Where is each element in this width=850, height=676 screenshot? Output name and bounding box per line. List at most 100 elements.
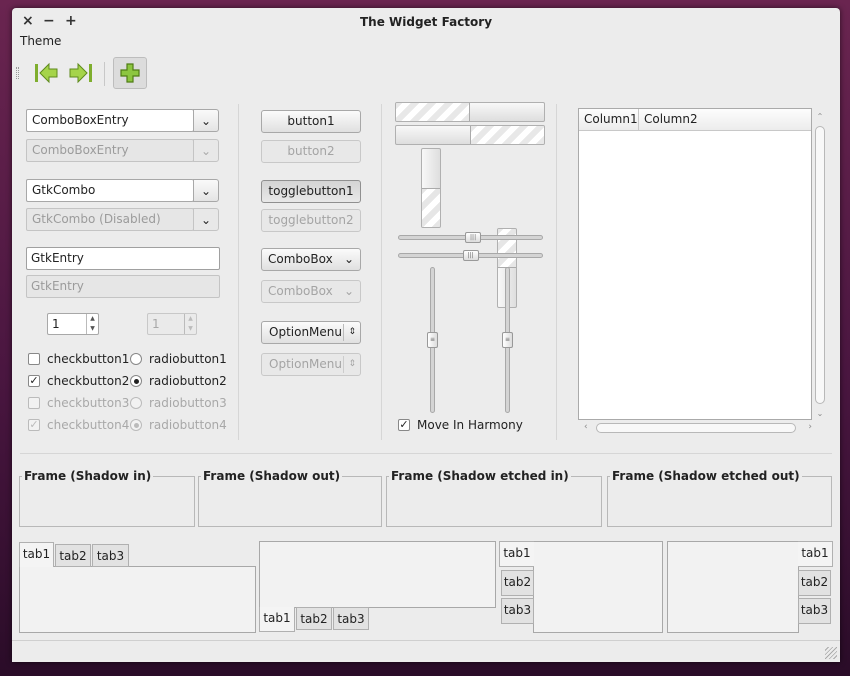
notebook-top-tab1[interactable]: tab1 (19, 542, 54, 567)
tree-view[interactable]: Column1 Column2 (578, 108, 812, 420)
radio-selected[interactable] (130, 375, 142, 387)
spin-value: 1 (152, 317, 160, 331)
column-separator (381, 104, 382, 440)
checkbutton1[interactable]: checkbutton1 (28, 352, 129, 366)
tree-vertical-scrollbar[interactable]: ⌃ ⌄ (815, 112, 825, 418)
checkbutton4: ✓ checkbutton4 (28, 418, 129, 432)
resize-grip[interactable] (825, 647, 837, 659)
scroll-left-icon[interactable]: ‹ (584, 422, 588, 432)
notebook-top-pane (19, 566, 256, 633)
gtkentry-input[interactable]: GtkEntry (26, 247, 220, 270)
radiobutton1[interactable]: radiobutton1 (130, 352, 227, 366)
radiobutton3: radiobutton3 (130, 396, 227, 410)
progressbar-h1 (395, 102, 545, 122)
scroll-down-icon[interactable]: ⌄ (815, 409, 825, 418)
column2-header[interactable]: Column2 (639, 109, 698, 130)
go-next-icon[interactable] (67, 59, 95, 87)
notebook-bottom-tab1[interactable]: tab1 (259, 607, 295, 632)
notebook-bottom-tab3[interactable]: tab3 (333, 607, 369, 630)
scale-v2-thumb[interactable]: ≡ (502, 332, 513, 348)
scale-h2-thumb[interactable]: ||| (462, 250, 479, 261)
scrollbar-thumb[interactable] (815, 126, 825, 404)
checkbox-checked[interactable]: ✓ (398, 419, 410, 431)
progress-fill (422, 188, 440, 227)
chevron-down-icon: ⌄ (343, 284, 354, 298)
notebook-right-pane (667, 541, 799, 633)
spin-arrows[interactable]: ▲ ▼ (86, 314, 98, 334)
button2: button2 (261, 140, 361, 163)
frame-shadow-out (198, 476, 382, 527)
status-bar (12, 640, 840, 662)
radio[interactable] (130, 353, 142, 365)
comboboxentry-dropdown[interactable]: ⌄ (193, 109, 219, 132)
combobox-disabled: ComboBox ⌄ (261, 280, 361, 303)
column-separator (238, 104, 239, 440)
checkbox[interactable] (28, 353, 40, 365)
radiobutton-label: radiobutton3 (149, 396, 227, 410)
togglebutton1[interactable]: togglebutton1 (261, 180, 361, 203)
add-icon (120, 63, 140, 83)
comboboxentry-disabled-field: ComboBoxEntry (26, 139, 194, 162)
notebook-top-tab2[interactable]: tab2 (55, 544, 91, 567)
spin-up-icon[interactable]: ▲ (87, 314, 98, 324)
notebook-left-tab2[interactable]: tab2 (501, 570, 534, 596)
optionmenu-label: OptionMenu (269, 325, 342, 339)
close-icon[interactable]: × (22, 13, 34, 29)
column-separator (556, 104, 557, 440)
optionmenu-label: OptionMenu (269, 357, 342, 371)
add-button[interactable] (113, 57, 147, 89)
toolbar-separator (104, 62, 105, 86)
radio-selected (130, 419, 142, 431)
button1[interactable]: button1 (261, 110, 361, 133)
frame-shadow-etched-in (386, 476, 602, 527)
notebook-left-tab3[interactable]: tab3 (501, 598, 534, 624)
checkbutton2[interactable]: ✓ checkbutton2 (28, 374, 129, 388)
spin-button-disabled: 1 ▲ ▼ (147, 313, 197, 335)
gtkentry-disabled-input: GtkEntry (26, 275, 220, 298)
optionmenu[interactable]: OptionMenu ⇕ (261, 321, 361, 344)
menu-theme[interactable]: Theme (20, 34, 61, 48)
notebook-right-tab1[interactable]: tab1 (798, 541, 833, 567)
minimize-icon[interactable]: − (43, 13, 55, 29)
window-title: The Widget Factory (359, 15, 493, 29)
notebook-right-tab3[interactable]: tab3 (798, 598, 831, 624)
frame-label: Frame (Shadow out) (201, 469, 343, 483)
radiobutton4: radiobutton4 (130, 418, 227, 432)
radiobutton-label: radiobutton1 (149, 352, 227, 366)
notebook-left-pane (533, 541, 663, 633)
spin-down-icon: ▼ (188, 325, 193, 332)
column1-header[interactable]: Column1 (579, 109, 639, 130)
updown-icon: ⇕ (348, 327, 356, 337)
notebook-right-tab2[interactable]: tab2 (798, 570, 831, 596)
go-previous-icon[interactable] (32, 59, 60, 87)
scale-v1-thumb[interactable]: ≡ (427, 332, 438, 348)
notebook-bottom-tab2[interactable]: tab2 (296, 607, 332, 630)
chevron-down-icon: ⌄ (200, 212, 212, 227)
combobox[interactable]: ComboBox ⌄ (261, 248, 361, 271)
horizontal-separator (20, 453, 832, 454)
frame-shadow-in (19, 476, 195, 527)
comboboxentry-field[interactable]: ComboBoxEntry (26, 109, 194, 132)
checkbox-checked: ✓ (28, 418, 40, 431)
tree-horizontal-scrollbar[interactable]: ‹ › (584, 422, 812, 434)
scroll-up-icon[interactable]: ⌃ (815, 112, 825, 121)
scroll-right-icon[interactable]: › (808, 422, 812, 432)
scrollbar-thumb[interactable] (596, 423, 796, 433)
move-in-harmony-checkbutton[interactable]: ✓ Move In Harmony (398, 418, 523, 432)
updown-icon: ⇕ (348, 359, 356, 369)
gtkcombo-dropdown[interactable]: ⌄ (193, 179, 219, 202)
gtkcombo-disabled-dropdown: ⌄ (193, 208, 219, 231)
frame-label: Frame (Shadow in) (22, 469, 154, 483)
spin-up-icon: ▲ (188, 315, 193, 322)
scale-h1-thumb[interactable]: ||| (465, 232, 482, 243)
maximize-icon[interactable]: + (65, 13, 77, 29)
spin-button[interactable]: 1 ▲ ▼ (47, 313, 99, 335)
checkbox-checked[interactable]: ✓ (28, 375, 40, 387)
radiobutton2[interactable]: radiobutton2 (130, 374, 227, 388)
gtkcombo-field[interactable]: GtkCombo (26, 179, 194, 202)
toolbar-grip[interactable] (16, 67, 19, 79)
spin-down-icon[interactable]: ▼ (87, 324, 98, 334)
title-bar: The Widget Factory × − + (12, 8, 840, 34)
notebook-left-tab1[interactable]: tab1 (499, 541, 534, 567)
notebook-top-tab3[interactable]: tab3 (92, 544, 129, 567)
